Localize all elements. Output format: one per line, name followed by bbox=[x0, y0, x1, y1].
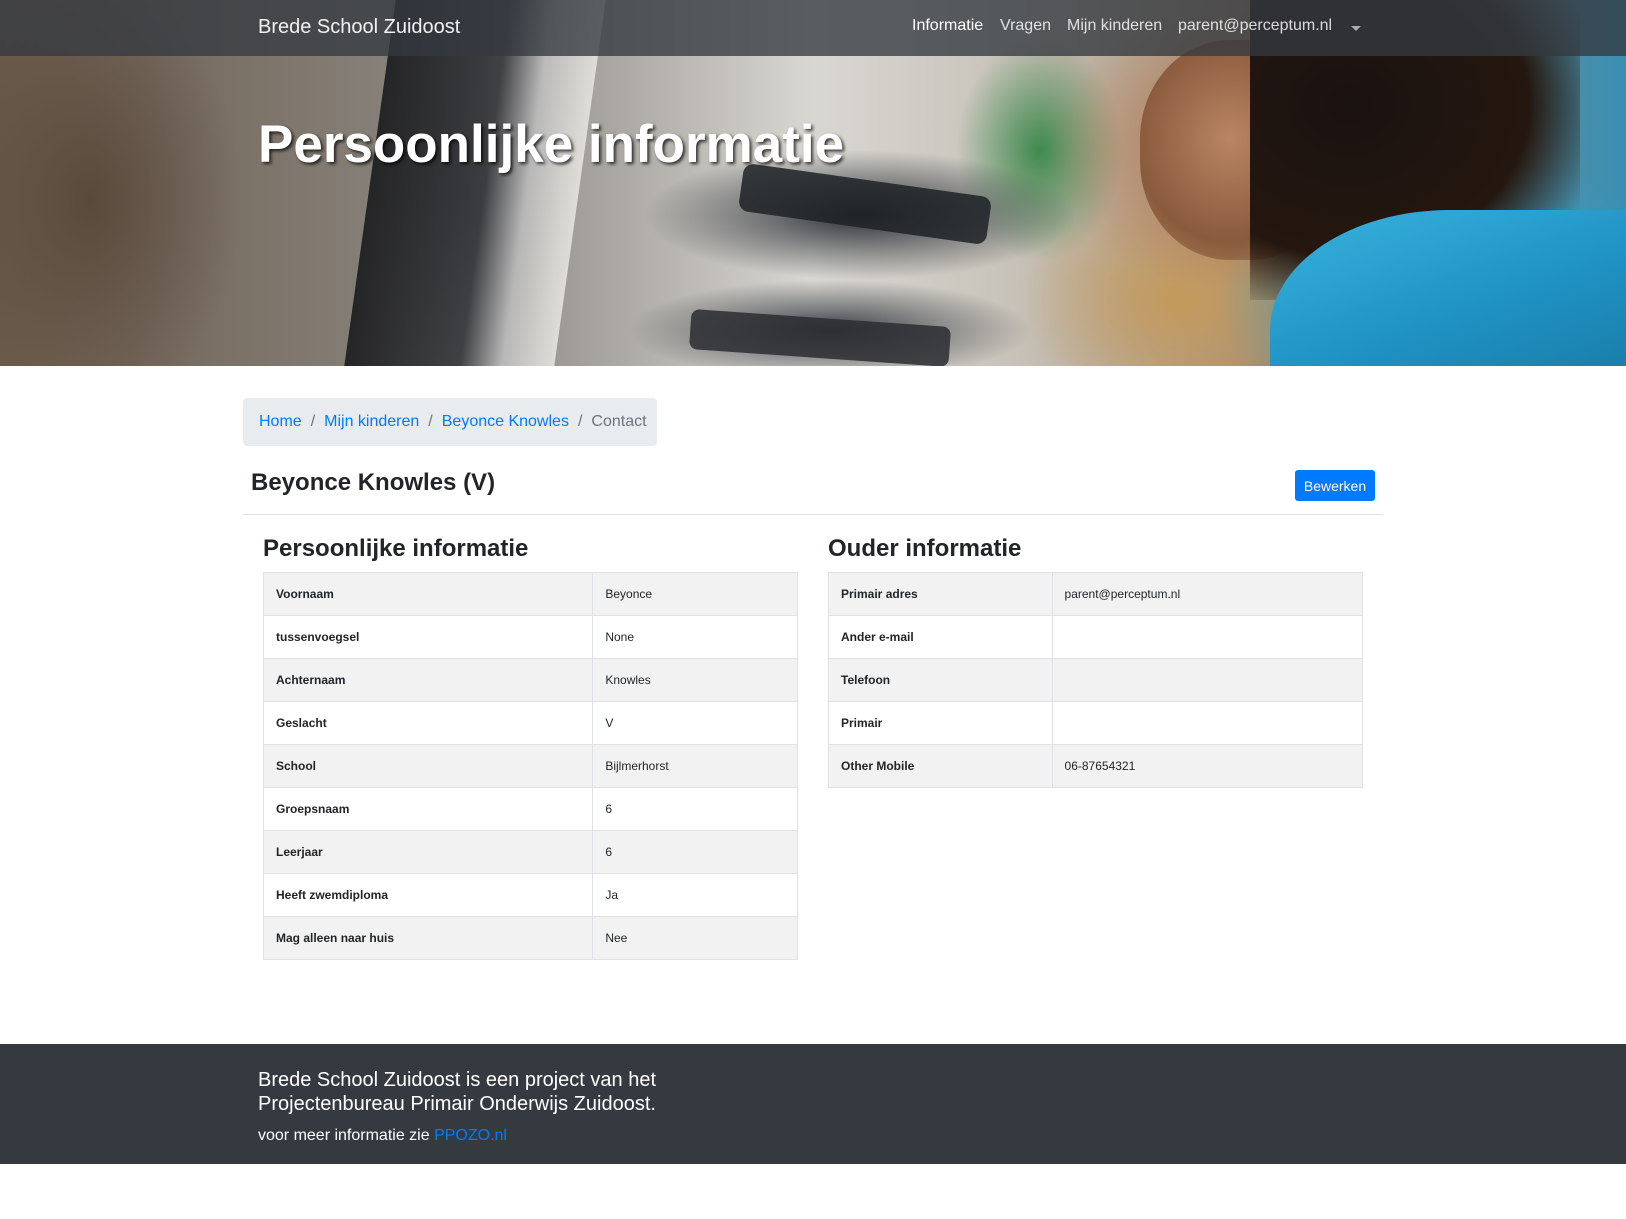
table-row: Telefoon bbox=[828, 658, 1364, 702]
field-label: Geslacht bbox=[262, 701, 594, 745]
breadcrumb-child[interactable]: Beyonce Knowles bbox=[442, 413, 569, 431]
field-value: 06-87654321 bbox=[1051, 744, 1364, 788]
field-label: Groepsnaam bbox=[262, 787, 594, 831]
table-row: Mag alleen naar huis Nee bbox=[262, 916, 798, 960]
field-value: Nee bbox=[592, 916, 798, 960]
field-label: Heeft zwemdiploma bbox=[262, 873, 594, 917]
table-row: Primair adres parent@perceptum.nl bbox=[828, 572, 1364, 616]
footer-description: Brede School Zuidoost is een project van… bbox=[258, 1069, 657, 1115]
field-value: Knowles bbox=[592, 658, 798, 702]
footer-more-prefix: voor meer informatie zie bbox=[258, 1127, 435, 1144]
field-value: 6 bbox=[592, 787, 798, 831]
breadcrumb-home[interactable]: Home bbox=[259, 413, 302, 431]
field-value bbox=[1051, 658, 1364, 702]
field-value: V bbox=[592, 701, 798, 745]
breadcrumb-separator: / bbox=[577, 413, 583, 430]
edit-button[interactable]: Bewerken bbox=[1295, 470, 1375, 501]
header-divider bbox=[243, 514, 1383, 515]
field-label: Primair adres bbox=[828, 572, 1053, 616]
table-row: Geslacht V bbox=[262, 701, 798, 745]
breadcrumb-mijn-kinderen[interactable]: Mijn kinderen bbox=[324, 413, 419, 431]
field-value: Ja bbox=[592, 873, 798, 917]
table-row: School Bijlmerhorst bbox=[262, 744, 798, 788]
footer bbox=[0, 1044, 1626, 1164]
field-value: Beyonce bbox=[592, 572, 798, 616]
field-label: Mag alleen naar huis bbox=[262, 916, 594, 960]
field-label: School bbox=[262, 744, 594, 788]
table-row: Ander e-mail bbox=[828, 615, 1364, 659]
table-row: Primair bbox=[828, 701, 1364, 745]
nav-mijn-kinderen[interactable]: Mijn kinderen bbox=[1067, 17, 1162, 35]
field-value: Bijlmerhorst bbox=[592, 744, 798, 788]
field-label: Leerjaar bbox=[262, 830, 594, 874]
page-title: Persoonlijke informatie bbox=[258, 115, 845, 174]
field-value: parent@perceptum.nl bbox=[1051, 572, 1364, 616]
hero-photo-keyboard bbox=[737, 162, 993, 246]
hero-photo-keyboard-front bbox=[688, 308, 952, 366]
nav-vragen[interactable]: Vragen bbox=[1000, 17, 1051, 35]
personal-info-title: Persoonlijke informatie bbox=[263, 535, 529, 562]
field-label: Ander e-mail bbox=[828, 615, 1053, 659]
field-label: tussenvoegsel bbox=[262, 615, 594, 659]
breadcrumb-current: Contact bbox=[591, 413, 647, 430]
footer-more-info: voor meer informatie zie PPOZO.nl bbox=[258, 1127, 507, 1145]
breadcrumb-separator: / bbox=[428, 413, 433, 430]
child-heading: Beyonce Knowles (V) bbox=[251, 469, 496, 496]
table-row: Groepsnaam 6 bbox=[262, 787, 798, 831]
table-row: Other Mobile 06-87654321 bbox=[828, 744, 1364, 788]
field-label: Other Mobile bbox=[828, 744, 1053, 788]
nav-user-account[interactable]: parent@perceptum.nl bbox=[1178, 17, 1332, 35]
field-label: Voornaam bbox=[262, 572, 594, 616]
parent-info-title: Ouder informatie bbox=[828, 535, 1022, 562]
table-row: Achternaam Knowles bbox=[262, 658, 798, 702]
field-label: Primair bbox=[828, 701, 1053, 745]
field-value: None bbox=[592, 615, 798, 659]
breadcrumb-separator: / bbox=[310, 413, 316, 430]
field-value bbox=[1051, 701, 1364, 745]
table-row: Heeft zwemdiploma Ja bbox=[262, 873, 798, 917]
table-row: Voornaam Beyonce bbox=[262, 572, 798, 616]
nav-informatie[interactable]: Informatie bbox=[912, 17, 983, 35]
top-navbar: Brede School Zuidoost Informatie Vragen … bbox=[0, 0, 1626, 56]
field-label: Achternaam bbox=[262, 658, 594, 702]
breadcrumb: Home / Mijn kinderen / Beyonce Knowles /… bbox=[243, 398, 657, 446]
personal-info-table: Voornaam Beyonce tussenvoegsel None Achter… bbox=[262, 572, 798, 960]
field-value bbox=[1051, 615, 1364, 659]
table-row: tussenvoegsel None bbox=[262, 615, 798, 659]
parent-info-table: Primair adres parent@perceptum.nl Ander e… bbox=[828, 572, 1364, 788]
field-label: Telefoon bbox=[828, 658, 1053, 702]
brand-link[interactable]: Brede School Zuidoost bbox=[258, 16, 460, 39]
footer-ppozo-link[interactable]: PPOZO.nl bbox=[434, 1127, 507, 1144]
table-row: Leerjaar 6 bbox=[262, 830, 798, 874]
caret-down-icon[interactable] bbox=[1351, 26, 1361, 31]
field-value: 6 bbox=[592, 830, 798, 874]
